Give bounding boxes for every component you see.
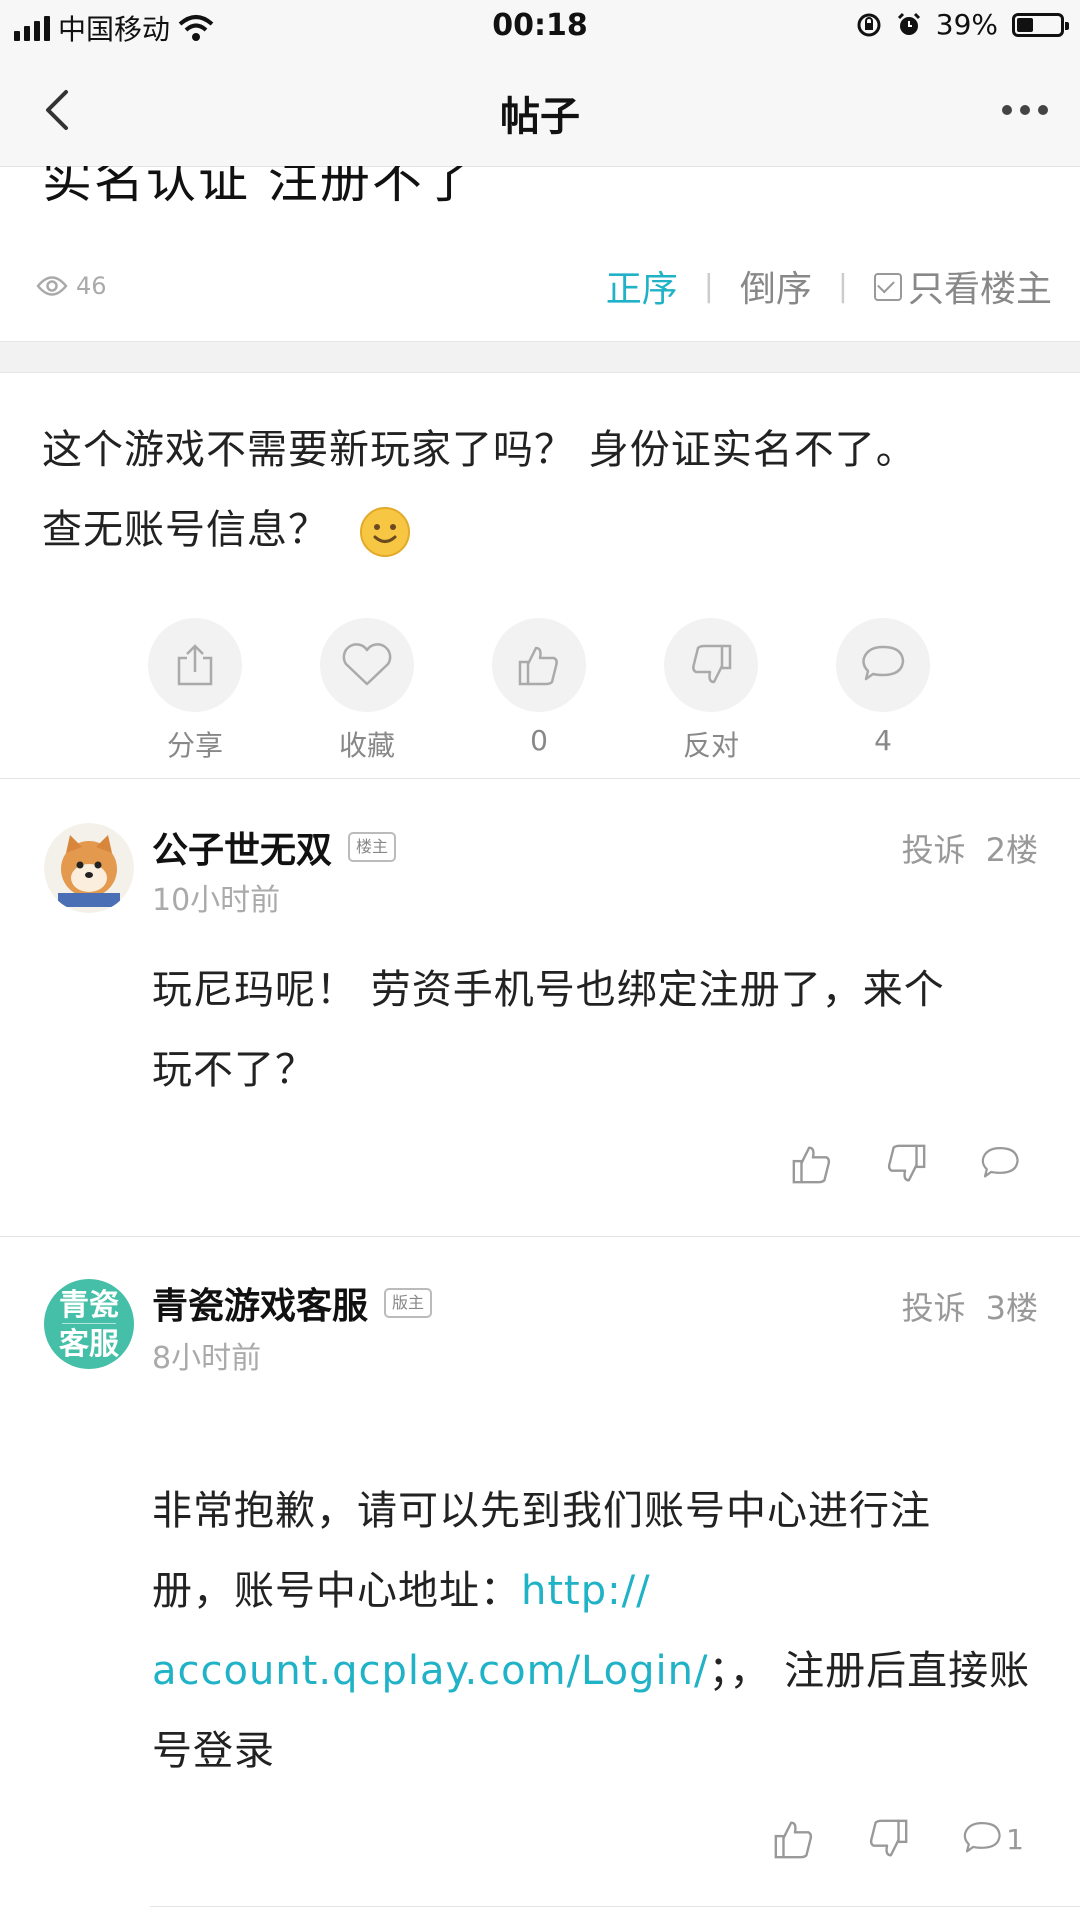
comment-line: 玩不了？ [152, 1047, 316, 1093]
thumbs-down-icon[interactable] [866, 1817, 910, 1861]
nav-shadow [0, 150, 1080, 166]
comment-line-2: 册，账号中心地址：http:// [152, 1551, 1042, 1631]
collect-circle [320, 618, 414, 712]
rotation-lock-icon [857, 13, 881, 36]
avatar[interactable]: 青瓷 客服 [44, 1279, 134, 1369]
comment-line: 玩尼玛呢！ 劳资手机号也绑定注册了，来个 [152, 967, 945, 1013]
divider [150, 1906, 1080, 1907]
comment-count: 4 [874, 724, 892, 757]
share-circle [148, 618, 242, 712]
checkbox-icon [873, 273, 902, 301]
battery-percent: 39% [935, 8, 998, 41]
section-gap [0, 341, 1080, 373]
collect-button[interactable]: 收藏 [320, 618, 414, 764]
comment-actions [740, 1142, 1022, 1186]
report-link[interactable]: 投诉 [902, 1289, 966, 1327]
comment-item: 青瓷 客服 青瓷游戏客服 版主 8小时前 投诉 3楼 非常抱歉，请可以先到我们账号中… [0, 1237, 1080, 1897]
author-name: 公子世无双 [152, 830, 333, 871]
view-count-value: 46 [76, 272, 107, 300]
dislike-circle [664, 618, 758, 712]
comment-text: 非常抱歉，请可以先到我们账号中心进行注 册，账号中心地址：http:// acc… [152, 1471, 1042, 1791]
thumbs-up-icon[interactable] [772, 1817, 816, 1861]
share-icon [177, 644, 213, 686]
dislike-label: 反对 [682, 729, 739, 762]
comment-time: 10小时前 [152, 883, 281, 918]
comment-time: 8小时前 [152, 1341, 262, 1376]
comment-line: ；， 注册后直接账 [708, 1648, 1031, 1694]
comment-item: 公子世无双 楼主 10小时前 投诉 2楼 玩尼玛呢！ 劳资手机号也绑定注册了，来个 … [0, 779, 1080, 1235]
comment-line: 非常抱歉，请可以先到我们账号中心进行注 [152, 1488, 931, 1534]
heart-icon [342, 643, 392, 686]
owner-badge: 楼主 [348, 832, 397, 862]
comment-author[interactable]: 青瓷游戏客服 版主 [152, 1277, 433, 1329]
comment-bubble-icon[interactable] [960, 1819, 1004, 1859]
avatar-shiba-icon [44, 823, 134, 913]
comment-line: 号登录 [152, 1728, 275, 1774]
floor-number: 2楼 [985, 831, 1038, 869]
comment-button[interactable]: 4 [836, 618, 930, 764]
view-count: 46 [36, 272, 107, 300]
comment-circle [836, 618, 930, 712]
thumbs-down-icon [692, 644, 732, 684]
share-label: 分享 [166, 729, 223, 762]
alarm-icon [897, 12, 920, 35]
sort-separator: | [703, 268, 714, 304]
sort-separator: | [837, 268, 848, 304]
owner-only-label: 只看楼主 [907, 269, 1052, 310]
author-name: 青瓷游戏客服 [152, 1286, 369, 1327]
thumbs-up-icon[interactable] [790, 1142, 834, 1186]
account-center-link[interactable]: account.qcplay.com/Login/ [152, 1648, 708, 1694]
comment-actions: 1 [722, 1817, 1024, 1861]
owner-only-toggle[interactable]: 只看楼主 [873, 260, 1052, 312]
comment-text: 玩尼玛呢！ 劳资手机号也绑定注册了，来个 玩不了？ [152, 950, 1042, 1110]
like-count: 0 [530, 724, 548, 757]
thumbs-up-icon [518, 646, 558, 686]
more-icon[interactable] [1000, 96, 1050, 124]
comment-line-3: account.qcplay.com/Login/；， 注册后直接账 [152, 1631, 1042, 1711]
avatar[interactable] [44, 823, 134, 913]
comment-meta-right: 投诉 2楼 [902, 825, 1038, 871]
eye-icon [36, 276, 68, 296]
avatar-text: 青瓷 客服 [44, 1289, 134, 1362]
comment-author[interactable]: 公子世无双 楼主 [152, 821, 397, 873]
avatar-text-line: 青瓷 [59, 1288, 119, 1323]
post-body: 这个游戏不需要新玩家了吗？ 身份证实名不了。 查无账号信息？ [42, 410, 1042, 570]
like-button[interactable]: 0 [492, 618, 586, 764]
like-circle [492, 618, 586, 712]
battery-icon [1012, 12, 1069, 37]
dislike-button[interactable]: 反对 [664, 618, 758, 764]
comment-meta-right: 投诉 3楼 [902, 1283, 1038, 1329]
collect-label: 收藏 [338, 729, 395, 762]
post-body-line: 查无账号信息？ [42, 507, 329, 553]
status-right: 39% [856, 8, 1069, 41]
floor-number: 3楼 [985, 1289, 1038, 1327]
comment-bubble-icon [862, 645, 905, 681]
share-button[interactable]: 分享 [148, 618, 242, 764]
post-meta: 46 正序 | 倒序 | 只看楼主 [0, 260, 1080, 320]
post-actions: 分享 收藏 0 反对 4 [148, 618, 930, 764]
account-center-link[interactable]: http:// [521, 1568, 651, 1614]
status-bar: 中国移动 00:18 39% [0, 0, 1080, 54]
reply-count: 1 [1006, 1822, 1024, 1856]
comment-line: 册，账号中心地址： [152, 1568, 521, 1614]
sort-forward-tab[interactable]: 正序 [606, 260, 678, 312]
post-body-line-2: 查无账号信息？ [42, 490, 1042, 570]
comment-bubble-icon[interactable] [978, 1144, 1022, 1184]
report-link[interactable]: 投诉 [902, 831, 966, 869]
sort-reverse-tab[interactable]: 倒序 [740, 260, 812, 312]
smiley-emoji-icon [360, 507, 410, 557]
post-body-line: 这个游戏不需要新玩家了吗？ 身份证实名不了。 [42, 427, 917, 473]
page-title: 帖子 [500, 94, 580, 140]
thumbs-down-icon[interactable] [884, 1142, 928, 1186]
sort-options: 正序 | 倒序 | 只看楼主 [606, 260, 1052, 312]
avatar-text-line: 客服 [59, 1327, 119, 1362]
moderator-badge: 版主 [384, 1288, 433, 1318]
